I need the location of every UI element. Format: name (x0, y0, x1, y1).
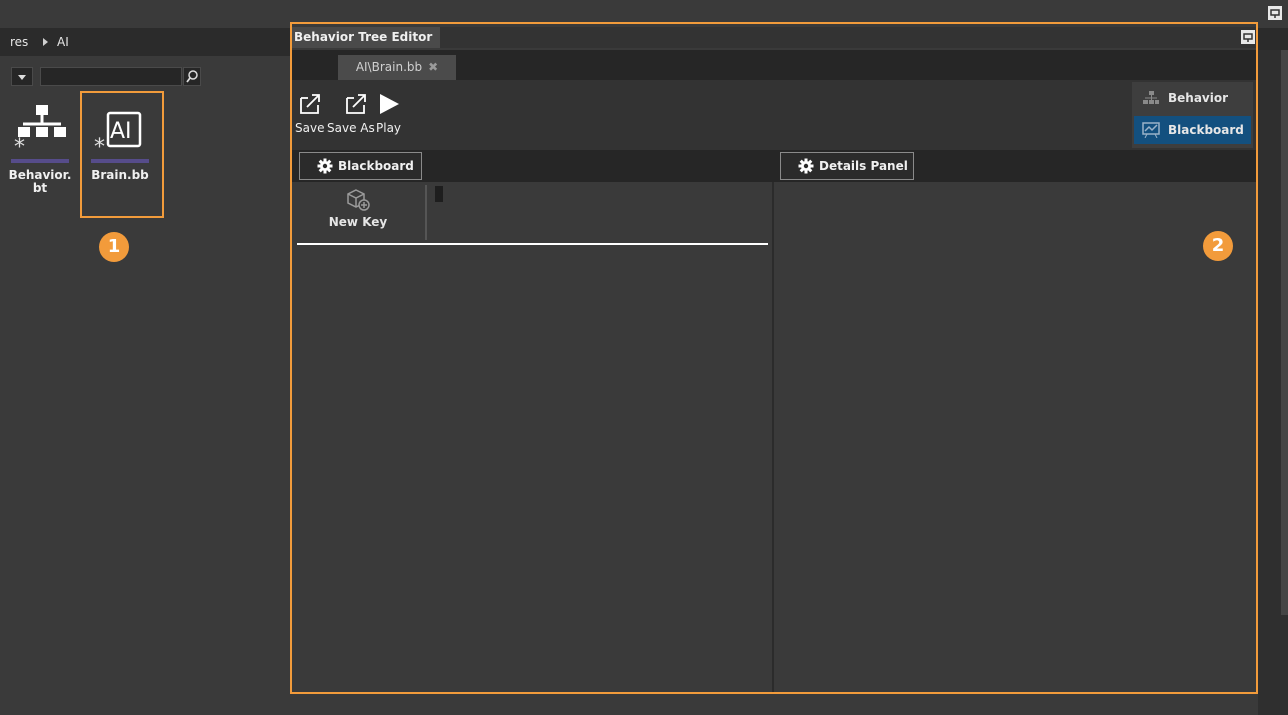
asset-label: Brain.bb (91, 168, 149, 182)
play-button[interactable]: Play (376, 92, 401, 135)
new-key-label: New Key (328, 215, 388, 229)
save-as-icon (345, 94, 366, 114)
breadcrumb-arrow-icon (43, 38, 48, 46)
breadcrumb-ai[interactable]: AI (57, 35, 69, 49)
annotation-badge-2: 2 (1203, 231, 1233, 261)
editor-toolbar (292, 80, 1256, 150)
search-icon (186, 70, 198, 83)
gear-icon (798, 158, 814, 174)
scrollbar[interactable] (1281, 50, 1288, 615)
search-button[interactable] (183, 67, 201, 86)
toolbar-separator (425, 185, 427, 240)
svg-text:AI: AI (110, 119, 132, 144)
play-label: Play (376, 121, 402, 135)
blackboard-mode-button[interactable]: Blackboard (1134, 116, 1251, 144)
ai-icon: AI * (94, 111, 142, 160)
tree-icon: * (14, 105, 66, 160)
key-list-divider (297, 243, 768, 245)
breadcrumb-res[interactable]: res (10, 35, 28, 49)
asset-brain-bb[interactable]: AI * Brain.bb (87, 100, 153, 182)
dock-pin-icon[interactable] (1268, 6, 1282, 20)
new-key-button[interactable]: New Key (316, 188, 400, 229)
asset-label: Behavior. bt (8, 168, 72, 195)
save-icon (299, 94, 320, 114)
asset-search-input[interactable] (40, 67, 182, 86)
play-icon (379, 94, 399, 114)
tab-blackboard[interactable]: Blackboard (299, 152, 422, 180)
save-as-button[interactable]: Save As (327, 92, 375, 135)
tab-blackboard-label: Blackboard (338, 159, 414, 173)
blackboard-panel (295, 182, 771, 692)
svg-text:*: * (94, 135, 105, 156)
document-tab-brain-bb[interactable]: AI\Brain.bb ✖ (338, 55, 456, 80)
filter-dropdown-button[interactable] (11, 67, 33, 86)
asset-type-bar (91, 159, 149, 163)
document-tab-label: AI\Brain.bb (355, 60, 423, 74)
tree-icon (1143, 91, 1159, 104)
dock-pin-icon[interactable] (1241, 30, 1255, 44)
save-label: Save (295, 121, 325, 135)
window-title-strip (440, 27, 1256, 48)
save-as-label: Save As (327, 121, 375, 135)
save-button[interactable]: Save (295, 92, 324, 135)
tab-details-panel[interactable]: Details Panel (780, 152, 914, 180)
panel-header-bar (292, 150, 1256, 182)
gear-icon (317, 158, 333, 174)
behavior-tree-mode-button[interactable]: Behavior Tree (1134, 84, 1251, 133)
tab-details-panel-label: Details Panel (819, 159, 908, 173)
asset-behavior-bt[interactable]: * Behavior. bt (7, 100, 73, 195)
svg-text:*: * (14, 135, 25, 156)
new-key-icon (347, 189, 370, 211)
blackboard-icon (1142, 122, 1160, 138)
asset-type-bar (11, 159, 69, 163)
close-icon[interactable]: ✖ (428, 60, 438, 74)
details-panel (774, 182, 1254, 692)
blackboard-mode-label: Blackboard (1168, 123, 1244, 137)
text-caret (435, 186, 443, 202)
annotation-badge-1: 1 (99, 232, 129, 262)
window-title-tab[interactable]: Behavior Tree Editor (292, 27, 440, 48)
